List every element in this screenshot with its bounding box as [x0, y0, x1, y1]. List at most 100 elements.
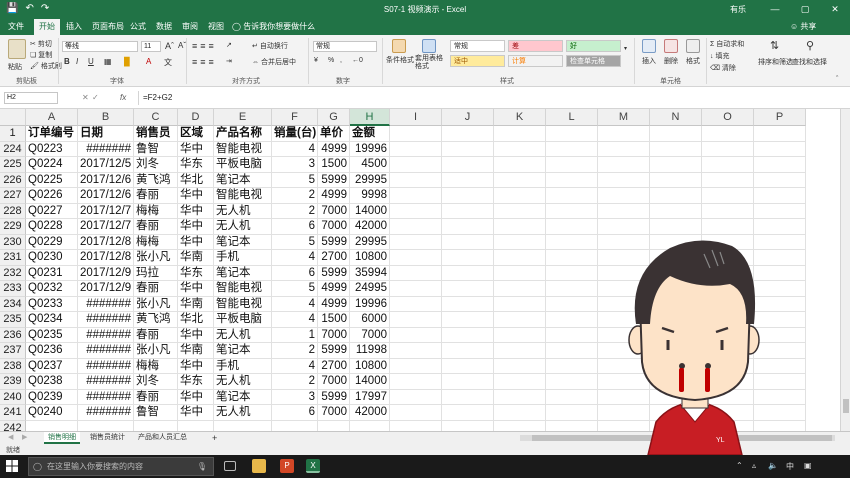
header-cell[interactable]	[754, 126, 806, 142]
table-cell[interactable]: 2017/12/7	[78, 203, 134, 219]
column-header-o[interactable]: O	[702, 109, 754, 126]
column-header-p[interactable]: P	[754, 109, 806, 126]
table-cell[interactable]	[546, 250, 598, 266]
tab-formulas[interactable]: 公式	[130, 21, 146, 32]
font-size-select[interactable]: 11	[141, 41, 161, 52]
header-cell[interactable]: 区域	[178, 126, 214, 142]
column-header-f[interactable]: F	[272, 109, 318, 126]
table-cell[interactable]: 华南	[178, 296, 214, 312]
table-cell[interactable]: Q0225	[26, 172, 78, 188]
table-cell[interactable]	[754, 157, 806, 173]
table-cell[interactable]: 6	[272, 265, 318, 281]
table-cell[interactable]: 42000	[350, 219, 390, 235]
table-cell[interactable]: 10800	[350, 250, 390, 266]
tab-data[interactable]: 数据	[156, 21, 172, 32]
table-format-icon[interactable]	[422, 39, 436, 53]
autosum-button[interactable]: Σ 自动求和	[710, 39, 744, 49]
row-header[interactable]: 234	[0, 296, 26, 312]
table-cell[interactable]: 华南	[178, 343, 214, 359]
table-cell[interactable]	[390, 389, 442, 405]
table-cell[interactable]: Q0238	[26, 374, 78, 390]
table-cell[interactable]	[546, 374, 598, 390]
table-cell[interactable]	[494, 296, 546, 312]
merge-center-button[interactable]: ⇔ 合并后居中	[252, 57, 296, 67]
row-header[interactable]: 238	[0, 358, 26, 374]
table-cell[interactable]: 9998	[350, 188, 390, 204]
table-cell[interactable]: 华中	[178, 389, 214, 405]
column-header-a[interactable]: A	[26, 109, 78, 126]
copy-button[interactable]: ❏ 复制	[30, 50, 52, 60]
table-cell[interactable]: #######	[78, 343, 134, 359]
header-cell[interactable]	[598, 126, 650, 142]
table-cell[interactable]: 2017/12/9	[78, 281, 134, 297]
table-cell[interactable]	[442, 188, 494, 204]
table-cell[interactable]: 14000	[350, 374, 390, 390]
header-cell[interactable]: 金额	[350, 126, 390, 142]
table-cell[interactable]: 17997	[350, 389, 390, 405]
style-bad[interactable]: 差	[508, 40, 563, 52]
table-cell[interactable]	[272, 420, 318, 431]
table-cell[interactable]: 华东	[178, 374, 214, 390]
table-cell[interactable]: 张小凡	[134, 250, 178, 266]
table-cell[interactable]: 4999	[318, 188, 350, 204]
insert-cells-icon[interactable]	[642, 39, 656, 53]
table-cell[interactable]: 4	[272, 312, 318, 328]
table-cell[interactable]: 2017/12/8	[78, 250, 134, 266]
table-cell[interactable]: 玛拉	[134, 265, 178, 281]
insert-function-icon[interactable]: fx	[120, 93, 126, 102]
row-header[interactable]: 224	[0, 141, 26, 157]
column-header-i[interactable]: I	[390, 109, 442, 126]
table-cell[interactable]	[442, 389, 494, 405]
row-header[interactable]: 231	[0, 250, 26, 266]
table-cell[interactable]	[494, 389, 546, 405]
table-cell[interactable]: 11998	[350, 343, 390, 359]
table-cell[interactable]: 华中	[178, 141, 214, 157]
row-header[interactable]: 229	[0, 219, 26, 235]
row-header[interactable]: 226	[0, 172, 26, 188]
table-cell[interactable]	[650, 172, 702, 188]
table-cell[interactable]	[494, 312, 546, 328]
style-good[interactable]: 好	[566, 40, 621, 52]
table-cell[interactable]	[546, 141, 598, 157]
table-cell[interactable]	[546, 296, 598, 312]
table-cell[interactable]	[754, 203, 806, 219]
table-cell[interactable]	[442, 327, 494, 343]
table-cell[interactable]: 19996	[350, 141, 390, 157]
table-cell[interactable]: 3	[272, 157, 318, 173]
table-cell[interactable]: 手机	[214, 250, 272, 266]
decimal-icon[interactable]: ←0	[352, 57, 363, 64]
table-cell[interactable]	[494, 219, 546, 235]
table-cell[interactable]: 5	[272, 281, 318, 297]
table-cell[interactable]	[546, 358, 598, 374]
table-cell[interactable]: Q0239	[26, 389, 78, 405]
table-cell[interactable]: 1500	[318, 312, 350, 328]
table-cell[interactable]: 无人机	[214, 374, 272, 390]
table-cell[interactable]: 笔记本	[214, 172, 272, 188]
table-cell[interactable]: 4	[272, 250, 318, 266]
collapse-ribbon-icon[interactable]: ˆ	[836, 76, 838, 83]
table-cell[interactable]	[442, 343, 494, 359]
table-cell[interactable]: Q0234	[26, 312, 78, 328]
table-cell[interactable]: 2017/12/5	[78, 157, 134, 173]
vertical-scrollbar[interactable]	[840, 109, 850, 431]
file-explorer-icon[interactable]	[252, 459, 266, 473]
table-cell[interactable]: 刘冬	[134, 374, 178, 390]
enter-icon[interactable]: ✓	[92, 93, 99, 102]
table-cell[interactable]	[494, 234, 546, 250]
header-cell[interactable]	[650, 126, 702, 142]
table-cell[interactable]	[442, 265, 494, 281]
table-cell[interactable]	[546, 420, 598, 431]
table-cell[interactable]	[546, 327, 598, 343]
table-cell[interactable]	[442, 219, 494, 235]
wrap-text-button[interactable]: ↵ 自动换行	[252, 41, 288, 51]
table-cell[interactable]: 19996	[350, 296, 390, 312]
row-header[interactable]: 235	[0, 312, 26, 328]
notification-icon[interactable]: ▣	[804, 461, 812, 470]
column-header-b[interactable]: B	[78, 109, 134, 126]
table-cell[interactable]	[546, 172, 598, 188]
table-cell[interactable]: 华中	[178, 203, 214, 219]
table-cell[interactable]: 7000	[318, 327, 350, 343]
add-sheet-button[interactable]: +	[208, 432, 221, 444]
italic-button[interactable]: I	[76, 57, 78, 66]
table-cell[interactable]	[754, 172, 806, 188]
